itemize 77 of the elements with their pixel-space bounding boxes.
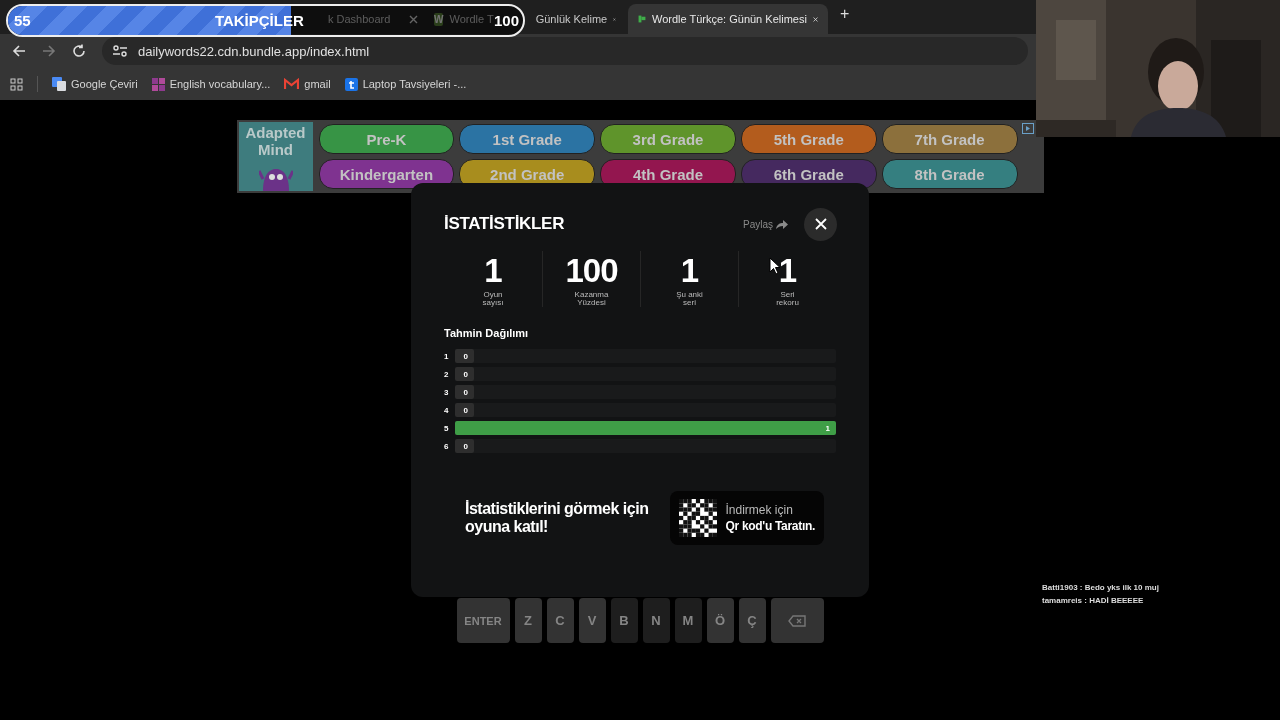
bookmark[interactable]: English vocabulary... — [151, 77, 271, 91]
distribution-bar: 0 — [455, 385, 475, 399]
ad-banner[interactable]: Adapted Mind Pre-K 1st Grade 3rd Grade 5th Grade 7th Grade Kindergarten 2nd Grade 4th Grade 6th Grade 8th Grade — [236, 120, 1044, 193]
back-icon[interactable] — [12, 44, 26, 58]
keyboard-key[interactable]: Z — [514, 598, 542, 643]
grade-button[interactable]: 1st Grade — [459, 124, 596, 154]
bookmark[interactable]: Laptop Tavsiyeleri -... — [344, 77, 467, 91]
stat-label: Oyun sayısı — [481, 291, 505, 307]
qr-code-icon — [679, 499, 718, 537]
bookmark[interactable]: gmail — [284, 78, 331, 90]
apps-icon[interactable] — [10, 77, 23, 91]
tab-title[interactable]: Günlük Kelime — [535, 13, 608, 25]
join-message: İstatistiklerini görmek için oyuna katıl! — [465, 500, 650, 536]
forward-icon[interactable] — [42, 44, 56, 58]
keyboard-key[interactable]: M — [674, 598, 702, 643]
keyboard-key[interactable]: N — [642, 598, 670, 643]
dialog-title: İSTATİSTİKLER — [444, 214, 565, 234]
guess-number: 4 — [444, 405, 450, 415]
grade-button[interactable]: 8th Grade — [881, 159, 1018, 189]
stat-label: Şu anki seri — [675, 291, 704, 307]
keyboard-key[interactable]: ENTER — [456, 598, 510, 643]
close-icon — [814, 218, 827, 230]
close-icon[interactable] — [812, 14, 818, 24]
guess-number: 5 — [444, 423, 450, 433]
section-title: Tahmin Dağılımı — [444, 327, 530, 339]
distribution-bar: 0 — [455, 367, 475, 381]
follower-count: 55 — [14, 12, 31, 29]
translate-icon — [52, 77, 66, 91]
keyboard-key[interactable]: C — [546, 598, 574, 643]
close-button[interactable] — [804, 207, 837, 241]
tab-favicon: W — [434, 12, 444, 26]
keyboard-key[interactable]: Ö — [706, 598, 734, 643]
tab-title[interactable]: k Dashboard — [328, 13, 391, 25]
grade-button[interactable]: Kindergarten — [318, 159, 455, 189]
keyboard-key[interactable]: Ç — [738, 598, 766, 643]
stat-label: Seri rekoru — [775, 291, 800, 307]
qr-card[interactable]: İndirmek için Qr kod'u Taratın. — [670, 491, 824, 545]
reload-icon[interactable] — [72, 44, 86, 58]
bookmark-icon — [344, 77, 358, 91]
pointer-icon — [769, 257, 781, 275]
distribution-bar: 0 — [455, 439, 475, 453]
chat-message: Batti1903 : Bedo yks ilk 10 muj — [1042, 583, 1159, 592]
share-icon — [776, 219, 788, 229]
grid-icon — [151, 77, 165, 91]
stat-value: 1 — [680, 251, 699, 291]
qr-caption: İndirmek için — [725, 503, 794, 517]
ad-logo: Adapted Mind — [238, 122, 313, 191]
chat-message: tamamreis : HADİ BEEEEE — [1042, 596, 1145, 605]
address-bar[interactable]: dailywords22.cdn.bundle.app/index.html — [102, 37, 1028, 65]
backspace-icon — [788, 614, 806, 627]
guess-number: 3 — [444, 387, 450, 397]
distribution-bar: 1 — [455, 421, 836, 435]
grade-button[interactable]: 7th Grade — [881, 124, 1018, 154]
stat-value: 100 — [565, 251, 618, 291]
bookmark[interactable]: Google Çeviri — [52, 77, 138, 91]
tab-title[interactable]: Wordle T — [449, 13, 494, 25]
keyboard-key[interactable]: B — [610, 598, 638, 643]
goal-count: 100 — [493, 12, 519, 29]
close-icon[interactable] — [409, 14, 418, 24]
grade-button[interactable]: 5th Grade — [740, 124, 877, 154]
new-tab-button[interactable]: + — [830, 5, 860, 29]
stat-value: 1 — [778, 251, 797, 291]
ad-choices-icon[interactable] — [1021, 123, 1034, 134]
share-link[interactable]: Paylaş — [743, 218, 788, 230]
browser-tab[interactable]: Wordle Türkçe: Günün Kelimesi — [628, 4, 828, 34]
keyboard-key[interactable]: V — [578, 598, 606, 643]
stat-label: Kazanma Yüzdesi — [573, 291, 610, 307]
stat-value: 1 — [484, 251, 502, 291]
qr-instruction: Qr kod'u Taratın. — [725, 519, 815, 533]
guess-number: 2 — [444, 369, 450, 379]
site-settings-icon[interactable] — [112, 44, 128, 58]
mail-icon — [284, 78, 300, 90]
guess-number: 6 — [444, 441, 450, 451]
distribution-bar: 0 — [455, 349, 475, 363]
backspace-key[interactable] — [770, 598, 824, 643]
guess-number: 1 — [444, 351, 450, 361]
distribution-bar: 0 — [455, 403, 475, 417]
